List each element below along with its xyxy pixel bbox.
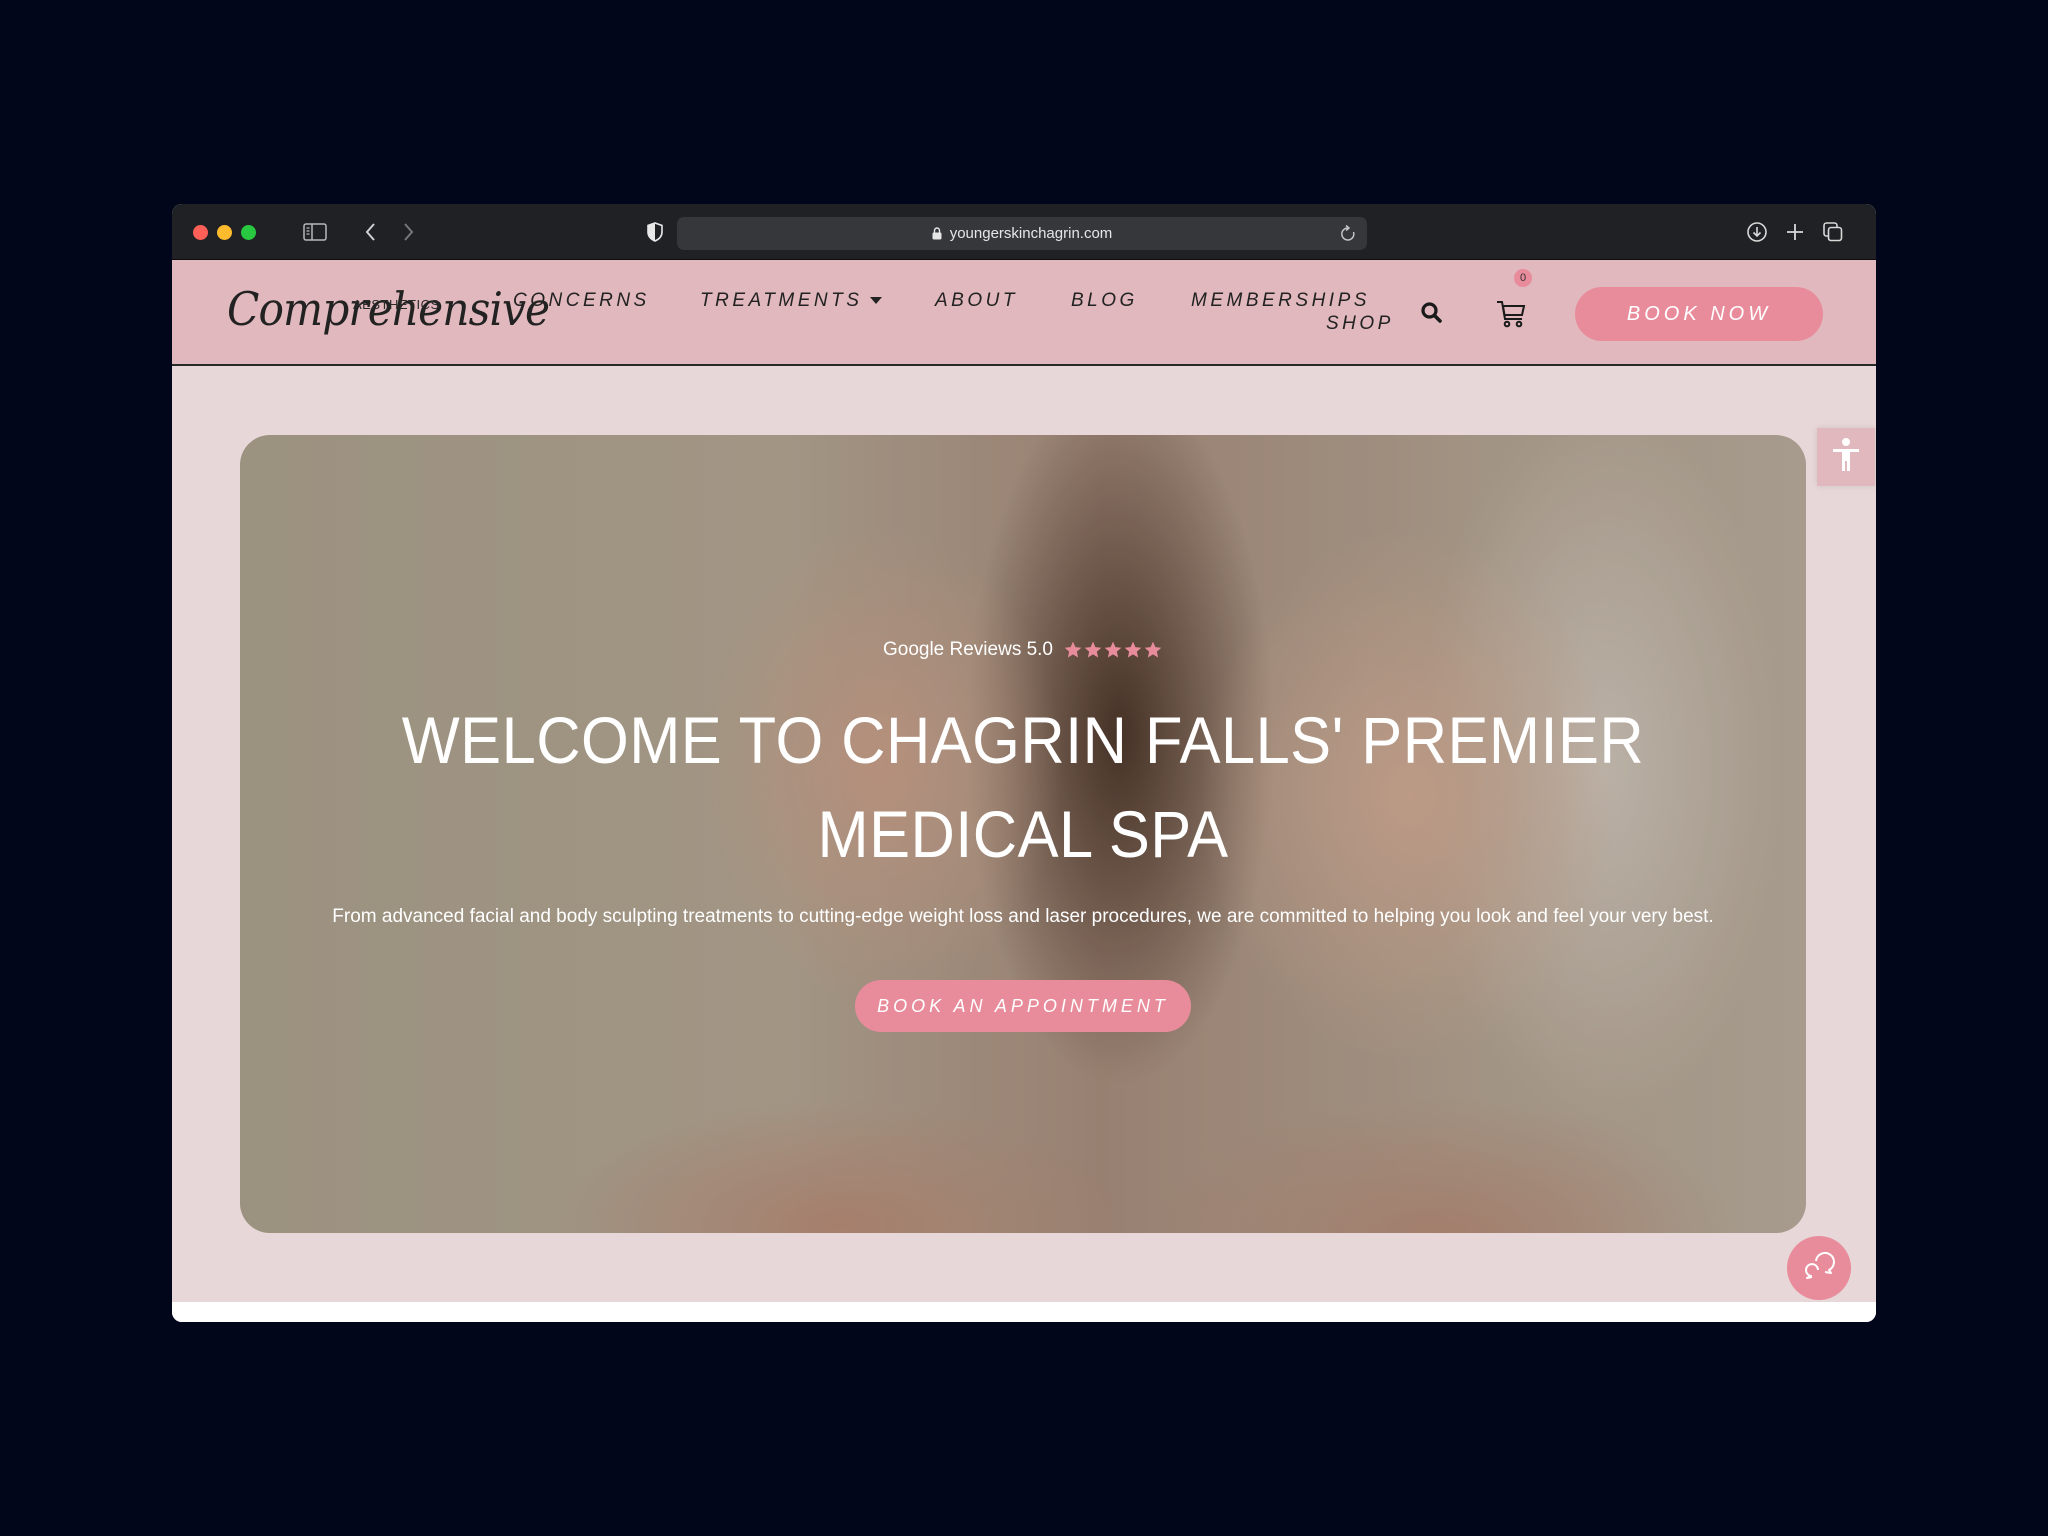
accessibility-person-icon <box>1830 437 1862 478</box>
site-header: Comprehensive AESTHETICS CONCERNS TREATM… <box>172 260 1876 366</box>
cart-icon[interactable] <box>1495 299 1527 329</box>
forward-chevron-icon[interactable] <box>395 220 421 244</box>
search-icon[interactable] <box>1419 300 1445 326</box>
chat-button[interactable] <box>1787 1236 1851 1300</box>
sidebar-toggle-icon[interactable] <box>302 220 328 244</box>
google-reviews: Google Reviews 5.0 <box>240 639 1806 661</box>
back-chevron-icon[interactable] <box>358 220 384 244</box>
book-appointment-button[interactable]: BOOK AN APPOINTMENT <box>855 980 1191 1032</box>
star-icon <box>1124 641 1142 658</box>
url-text: youngerskinchagrin.com <box>949 225 1113 242</box>
accessibility-button[interactable] <box>1817 428 1875 486</box>
hero-banner: Google Reviews 5.0 WELCOME TO CHAGRIN FA… <box>240 435 1806 1233</box>
star-icon <box>1104 641 1122 658</box>
star-icon <box>1084 641 1102 658</box>
nav-shop[interactable]: SHOP <box>1326 313 1394 335</box>
tab-overview-icon[interactable] <box>1820 220 1846 244</box>
dropdown-caret-icon <box>870 297 883 305</box>
lock-icon <box>932 227 942 240</box>
chat-bubbles-icon <box>1803 1251 1835 1286</box>
star-icon <box>1064 641 1082 658</box>
nav-about[interactable]: ABOUT <box>935 290 1018 312</box>
zoom-window-button[interactable] <box>241 225 256 240</box>
hero-content: Google Reviews 5.0 WELCOME TO CHAGRIN FA… <box>240 435 1806 1233</box>
nav-memberships[interactable]: MEMBERSHIPS <box>1191 290 1370 312</box>
page-viewport: Comprehensive AESTHETICS CONCERNS TREATM… <box>172 260 1876 1322</box>
nav-treatments[interactable]: TREATMENTS <box>700 290 883 312</box>
next-section-edge <box>172 1302 1876 1322</box>
reviews-label: Google Reviews 5.0 <box>882 639 1054 660</box>
nav-treatments-label: TREATMENTS <box>700 290 863 311</box>
star-rating <box>1063 640 1163 660</box>
new-tab-plus-icon[interactable] <box>1782 220 1808 244</box>
minimize-window-button[interactable] <box>217 225 232 240</box>
site-logo[interactable]: Comprehensive AESTHETICS <box>227 270 550 362</box>
close-window-button[interactable] <box>193 225 208 240</box>
hero-title: WELCOME TO CHAGRIN FALLS' PREMIER MEDICA… <box>401 703 1645 871</box>
browser-window: youngerskinchagrin.com Comprehensive AES… <box>172 204 1876 1322</box>
nav-blog[interactable]: BLOG <box>1071 290 1138 312</box>
reload-icon[interactable] <box>1339 224 1357 248</box>
hero-subtitle: From advanced facial and body sculpting … <box>332 906 1714 927</box>
address-bar[interactable]: youngerskinchagrin.com <box>677 217 1367 250</box>
download-icon[interactable] <box>1744 220 1770 244</box>
star-icon <box>1144 641 1162 658</box>
cart-count-badge: 0 <box>1514 269 1532 287</box>
logo-tagline: AESTHETICS <box>353 297 440 312</box>
nav-concerns[interactable]: CONCERNS <box>513 290 650 312</box>
privacy-shield-icon[interactable] <box>642 220 668 244</box>
browser-titlebar: youngerskinchagrin.com <box>172 204 1876 260</box>
book-now-button[interactable]: BOOK NOW <box>1575 287 1823 341</box>
